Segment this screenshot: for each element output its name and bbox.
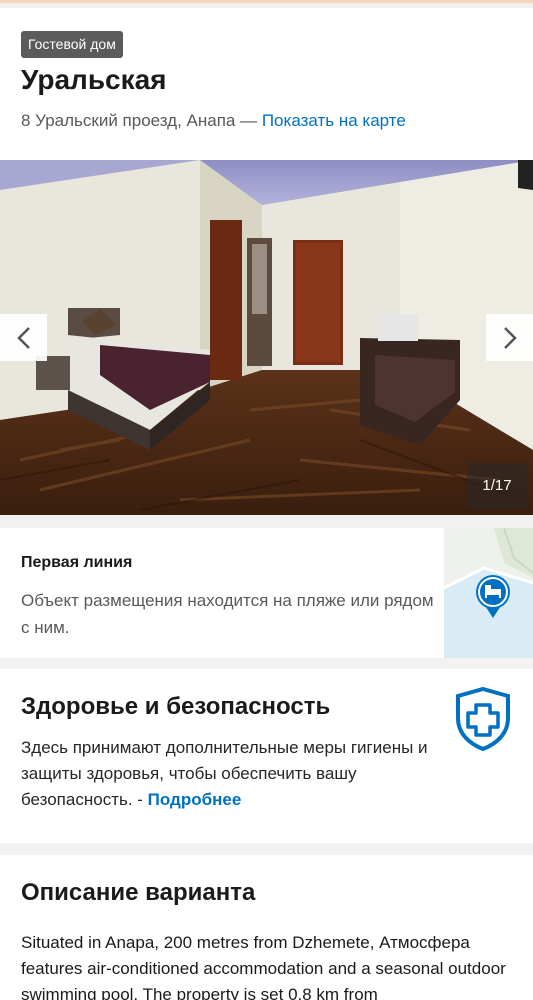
gallery-prev-button[interactable] <box>0 314 47 361</box>
property-title: Уральская <box>21 64 167 95</box>
gallery-next-button[interactable] <box>486 314 533 361</box>
shield-plus-icon <box>456 686 510 752</box>
beachfront-card: Первая линия Объект размещения находится… <box>0 528 533 658</box>
room-photo <box>0 160 533 515</box>
health-safety-card: Здоровье и безопасность Здесь принимают … <box>0 669 533 843</box>
chevron-right-icon <box>503 326 517 349</box>
property-type-badge: Гостевой дом <box>21 31 123 58</box>
photo-gallery[interactable]: 1/17 <box>0 160 533 515</box>
property-header: Гостевой дом Уральская 8 Уральский проез… <box>0 8 533 160</box>
health-safety-text: Здесь принимают дополнительные меры гиги… <box>21 735 451 813</box>
chevron-left-icon <box>16 326 30 349</box>
show-on-map-link[interactable]: Показать на карте <box>262 111 406 130</box>
learn-more-link[interactable]: Подробнее <box>148 790 242 809</box>
map-image <box>444 528 533 658</box>
beachfront-text: Объект размещения находится на пляже или… <box>21 591 434 637</box>
health-safety-title: Здоровье и безопасность <box>21 693 331 720</box>
beach-map-thumbnail[interactable] <box>444 528 533 658</box>
property-address: 8 Уральский проезд, Анапа — Показать на … <box>21 111 406 131</box>
beachfront-title: Первая линия <box>21 554 133 571</box>
top-accent-bar <box>0 0 533 3</box>
description-text: Situated in Anapa, 200 metres from Dzhem… <box>21 933 506 1000</box>
photo-counter: 1/17 <box>467 463 527 509</box>
address-text: 8 Уральский проезд, Анапа — <box>21 111 262 130</box>
description-card: Описание варианта Situated in Anapa, 200… <box>0 855 533 1000</box>
description-title: Описание варианта <box>21 879 256 906</box>
top-strip <box>0 0 533 8</box>
